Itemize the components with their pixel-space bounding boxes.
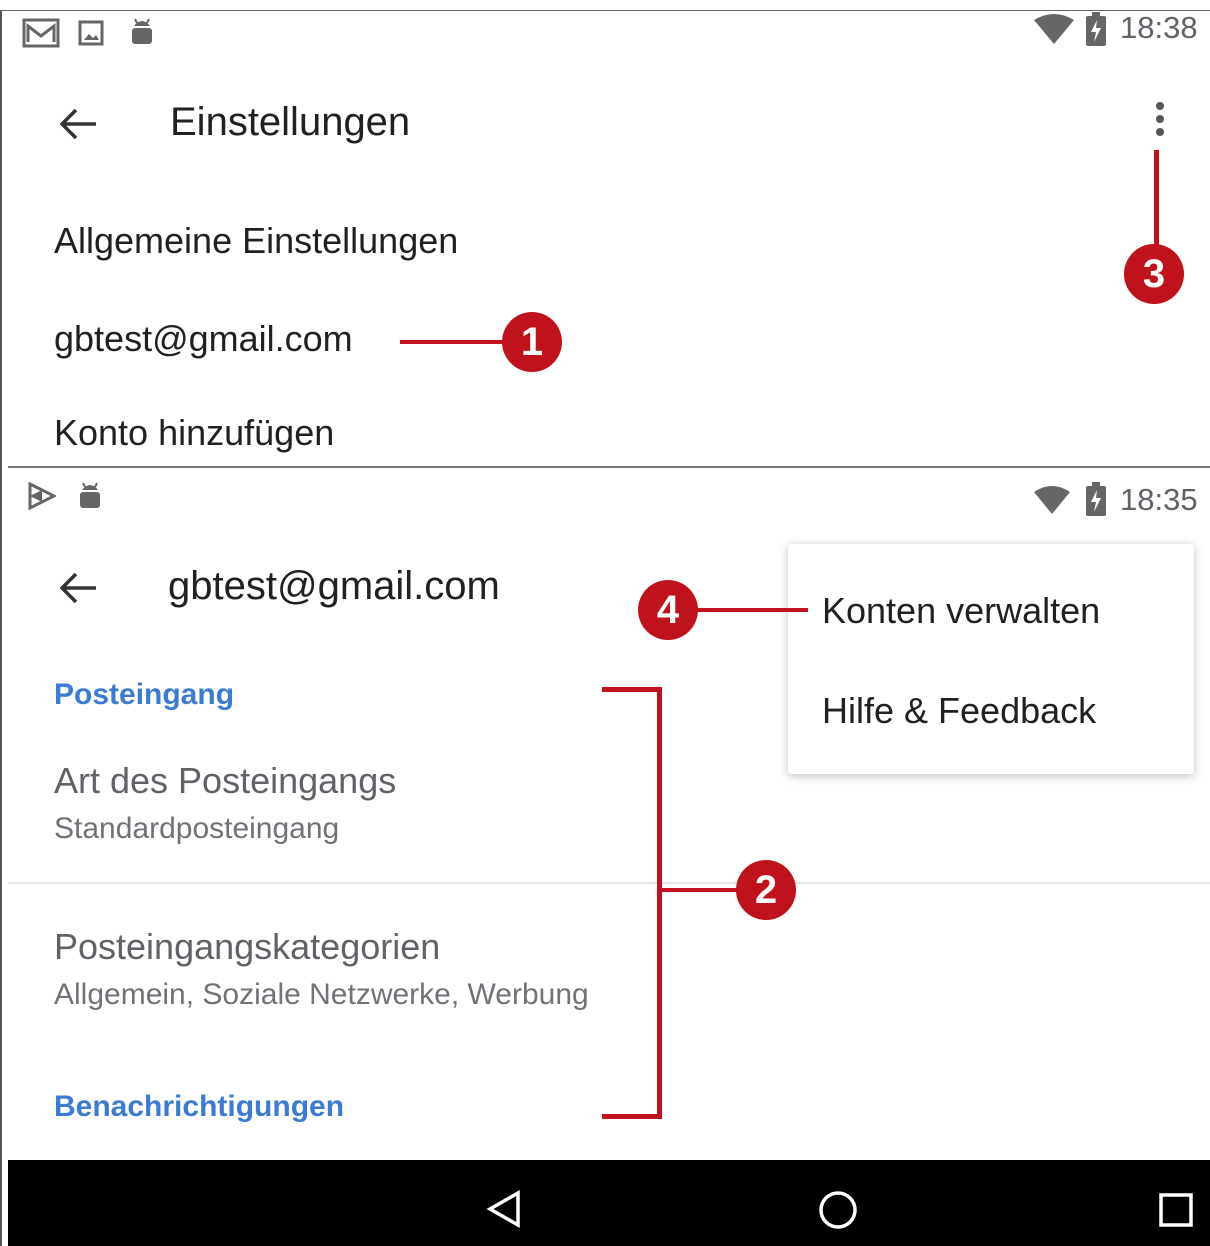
- page-title: Einstellungen: [170, 100, 411, 144]
- account-item[interactable]: gbtest@gmail.com: [54, 318, 353, 360]
- screen-divider: [8, 466, 1210, 468]
- pref-summary: Allgemein, Soziale Netzwerke, Werbung: [54, 978, 589, 1011]
- list-divider: [8, 882, 1210, 884]
- overflow-menu-icon[interactable]: [1150, 100, 1170, 140]
- section-header-inbox: Posteingang: [54, 678, 235, 711]
- callout-2: 2: [736, 860, 796, 920]
- bracket-bottom: [602, 1114, 662, 1119]
- menu-item-help-feedback[interactable]: Hilfe & Feedback: [822, 690, 1096, 732]
- image-icon: [78, 20, 104, 46]
- recents-icon[interactable]: [1158, 1192, 1194, 1228]
- add-account-item[interactable]: Konto hinzufügen: [54, 412, 334, 454]
- callout-3: 3: [1124, 244, 1184, 304]
- battery-icon: [1086, 12, 1106, 46]
- callout-line-4: [690, 608, 808, 612]
- wifi-icon: [1034, 486, 1070, 514]
- wifi-icon: [1034, 14, 1074, 44]
- status-time: 18:38: [1120, 10, 1198, 45]
- battery-icon: [1086, 482, 1106, 516]
- section-header-notifications: Benachrichtigungen: [54, 1090, 345, 1123]
- overflow-popup-menu: Konten verwalten Hilfe & Feedback: [788, 544, 1194, 774]
- pref-summary: Standardposteingang: [54, 812, 340, 845]
- account-title: gbtest@gmail.com: [168, 564, 500, 608]
- back-arrow-icon[interactable]: [58, 570, 98, 606]
- bracket-vertical: [657, 687, 662, 1119]
- android-icon: [132, 18, 152, 44]
- back-arrow-icon[interactable]: [58, 106, 98, 142]
- android-icon: [80, 482, 100, 508]
- back-icon[interactable]: [486, 1190, 522, 1228]
- pref-title: Posteingangskategorien: [54, 926, 441, 967]
- callout-line-2: [660, 888, 744, 892]
- callout-line-3: [1154, 150, 1159, 250]
- bracket-top: [602, 687, 662, 692]
- callout-line-1: [400, 340, 508, 344]
- status-time: 18:35: [1120, 482, 1198, 517]
- play-store-icon: [28, 482, 56, 510]
- general-settings-item[interactable]: Allgemeine Einstellungen: [54, 220, 458, 262]
- callout-1: 1: [502, 312, 562, 372]
- menu-item-manage-accounts[interactable]: Konten verwalten: [822, 590, 1100, 632]
- gmail-icon: [22, 18, 60, 48]
- pref-title: Art des Posteingangs: [54, 760, 397, 801]
- callout-4: 4: [638, 580, 698, 640]
- navigation-bar: [8, 1160, 1210, 1246]
- home-icon[interactable]: [818, 1190, 858, 1230]
